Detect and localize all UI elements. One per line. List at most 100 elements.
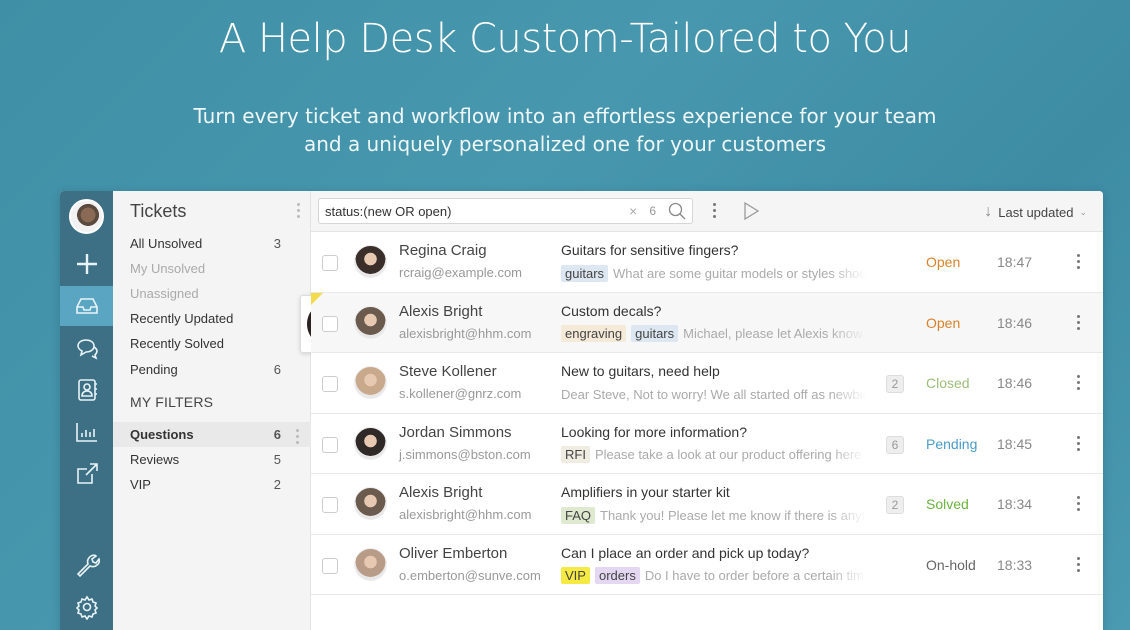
filter-vip[interactable]: VIP 2 (113, 472, 311, 497)
row-menu-icon[interactable] (1077, 435, 1080, 451)
tag-vip[interactable]: VIP (561, 567, 590, 584)
ticket-subject[interactable]: Looking for more information? (561, 424, 747, 440)
run-macro-button[interactable] (741, 201, 761, 226)
ticket-row[interactable]: Jordan Simmons j.simmons@bston.com Looki… (311, 413, 1103, 474)
ticket-checkbox[interactable] (322, 315, 338, 332)
sort-dropdown[interactable]: ↓ Last updated ⌄ (984, 203, 1087, 221)
requester-email: s.kollener@gnrz.com (399, 386, 522, 401)
reply-count-badge: 2 (886, 496, 904, 514)
filter-reviews[interactable]: Reviews 5 (113, 447, 311, 472)
requester-avatar (354, 305, 387, 339)
ticket-subject[interactable]: New to guitars, need help (561, 363, 720, 379)
nav-rail (60, 191, 113, 630)
row-menu-icon[interactable] (1077, 254, 1080, 269)
row-menu-icon[interactable] (1077, 496, 1080, 511)
chevron-down-icon: ⌄ (1079, 206, 1087, 217)
clear-search-icon[interactable]: × (629, 203, 637, 219)
requester-email: alexisbright@hhm.com (399, 507, 532, 522)
ticket-time: 18:34 (997, 496, 1033, 512)
my-filters-heading: MY FILTERS (130, 394, 214, 410)
view-count: 3 (273, 236, 281, 251)
filter-count: 6 (273, 427, 281, 442)
requester-name[interactable]: Jordan Simmons (399, 424, 512, 441)
ticket-checkbox[interactable] (322, 557, 338, 574)
ticket-subject[interactable]: Amplifiers in your starter kit (561, 484, 730, 500)
view-pending[interactable]: Pending 6 (113, 357, 311, 382)
requester-email: j.simmons@bston.com (399, 446, 531, 462)
filter-label: Questions (130, 427, 194, 442)
view-my-unsolved[interactable]: My Unsolved (113, 256, 311, 281)
search-input[interactable] (325, 203, 630, 219)
ticket-checkbox[interactable] (322, 497, 338, 513)
ticket-row[interactable]: Oliver Emberton o.emberton@sunve.com Can… (311, 534, 1103, 595)
row-menu-icon[interactable] (1077, 375, 1080, 390)
ticket-preview: Dear Steve, Not to worry! We all started… (561, 384, 866, 404)
rail-open-button[interactable] (60, 454, 113, 494)
view-label: Recently Updated (130, 311, 234, 326)
sort-label: Last updated (998, 204, 1074, 220)
rail-reports-button[interactable] (60, 412, 113, 452)
flag-corner-icon (311, 292, 323, 305)
ticket-row[interactable]: Steve Kollener s.kollener@gnrz.com New t… (311, 353, 1103, 414)
ticket-checkbox[interactable] (322, 376, 338, 392)
toolbar-menu-icon[interactable] (713, 203, 716, 218)
view-unassigned[interactable]: Unassigned (113, 281, 311, 306)
requester-avatar (354, 487, 387, 520)
view-recently-solved[interactable]: Recently Solved (113, 331, 311, 356)
rail-tools-button[interactable] (60, 545, 113, 585)
tag-engraving[interactable]: engraving (561, 325, 627, 342)
rail-settings-button[interactable] (60, 587, 113, 627)
row-menu-icon[interactable] (1077, 314, 1080, 330)
requester-name[interactable]: Alexis Bright (399, 484, 482, 501)
ticket-checkbox[interactable] (322, 255, 338, 271)
tag-rfi[interactable]: RFI (561, 446, 590, 463)
ticket-subject[interactable]: Custom decals? (561, 303, 661, 319)
ticket-time: 18:47 (997, 254, 1033, 270)
view-recently-updated[interactable]: Recently Updated (113, 306, 311, 331)
ticket-row[interactable]: Alexis Bright alexisbright@hhm.com Custo… (311, 292, 1103, 353)
ticket-preview: RFI Please take a look at our product off… (561, 445, 866, 465)
gear-icon (75, 595, 98, 620)
tag-orders[interactable]: orders (594, 567, 640, 584)
play-icon (744, 201, 760, 221)
view-label: My Unsolved (130, 261, 206, 276)
status-badge: Open (926, 254, 961, 270)
filter-questions[interactable]: Questions 6 (113, 422, 311, 447)
requester-name[interactable]: Oliver Emberton (399, 545, 507, 562)
contacts-icon (77, 379, 97, 401)
search-icon[interactable] (668, 202, 686, 220)
requester-name[interactable]: Steve Kollener (399, 363, 497, 380)
reply-count-badge: 2 (886, 375, 904, 393)
status-badge: On-hold (926, 556, 976, 573)
rail-contacts-button[interactable] (60, 370, 113, 410)
requester-avatar (354, 547, 387, 581)
ticket-toolbar: × 6 ↓ Last updated ⌄ (311, 191, 1103, 232)
requester-name[interactable]: Regina Craig (399, 242, 487, 259)
filters-menu-icon[interactable] (296, 203, 300, 218)
tag-guitars[interactable]: guitars (631, 325, 679, 342)
hero-subtitle-line-1: Turn every ticket and workflow into an e… (193, 104, 937, 128)
user-avatar[interactable] (69, 199, 104, 234)
preview-text: Please take a look at our product offeri… (594, 447, 862, 462)
sort-down-arrow-icon: ↓ (984, 203, 993, 220)
wrench-icon (76, 554, 100, 578)
ticket-row[interactable]: Alexis Bright alexisbright@hhm.com Ampli… (311, 474, 1103, 535)
ticket-checkbox[interactable] (322, 436, 338, 453)
rail-add-button[interactable] (60, 244, 113, 284)
view-label: All Unsolved (130, 236, 203, 251)
view-count: 6 (273, 362, 281, 377)
rail-tickets-button[interactable] (60, 286, 113, 326)
filter-menu-icon[interactable] (296, 429, 299, 444)
requester-name[interactable]: Alexis Bright (399, 303, 482, 320)
row-menu-icon[interactable] (1077, 556, 1080, 572)
ticket-row[interactable]: Regina Craig rcraig@example.com Guitars … (311, 232, 1103, 293)
tag-guitars[interactable]: guitars (561, 264, 609, 282)
chat-icon (76, 339, 98, 360)
preview-text: Dear Steve, Not to worry! We all started… (561, 386, 866, 402)
view-all-unsolved[interactable]: All Unsolved 3 (113, 231, 311, 256)
ticket-subject[interactable]: Guitars for sensitive fingers? (561, 242, 738, 258)
rail-conversations-button[interactable] (60, 328, 113, 368)
ticket-subject[interactable]: Can I place an order and pick up today? (561, 545, 809, 561)
tag-faq[interactable]: FAQ (561, 506, 596, 524)
ticket-preview: FAQ Thank you! Please let me know if ther… (561, 505, 866, 525)
